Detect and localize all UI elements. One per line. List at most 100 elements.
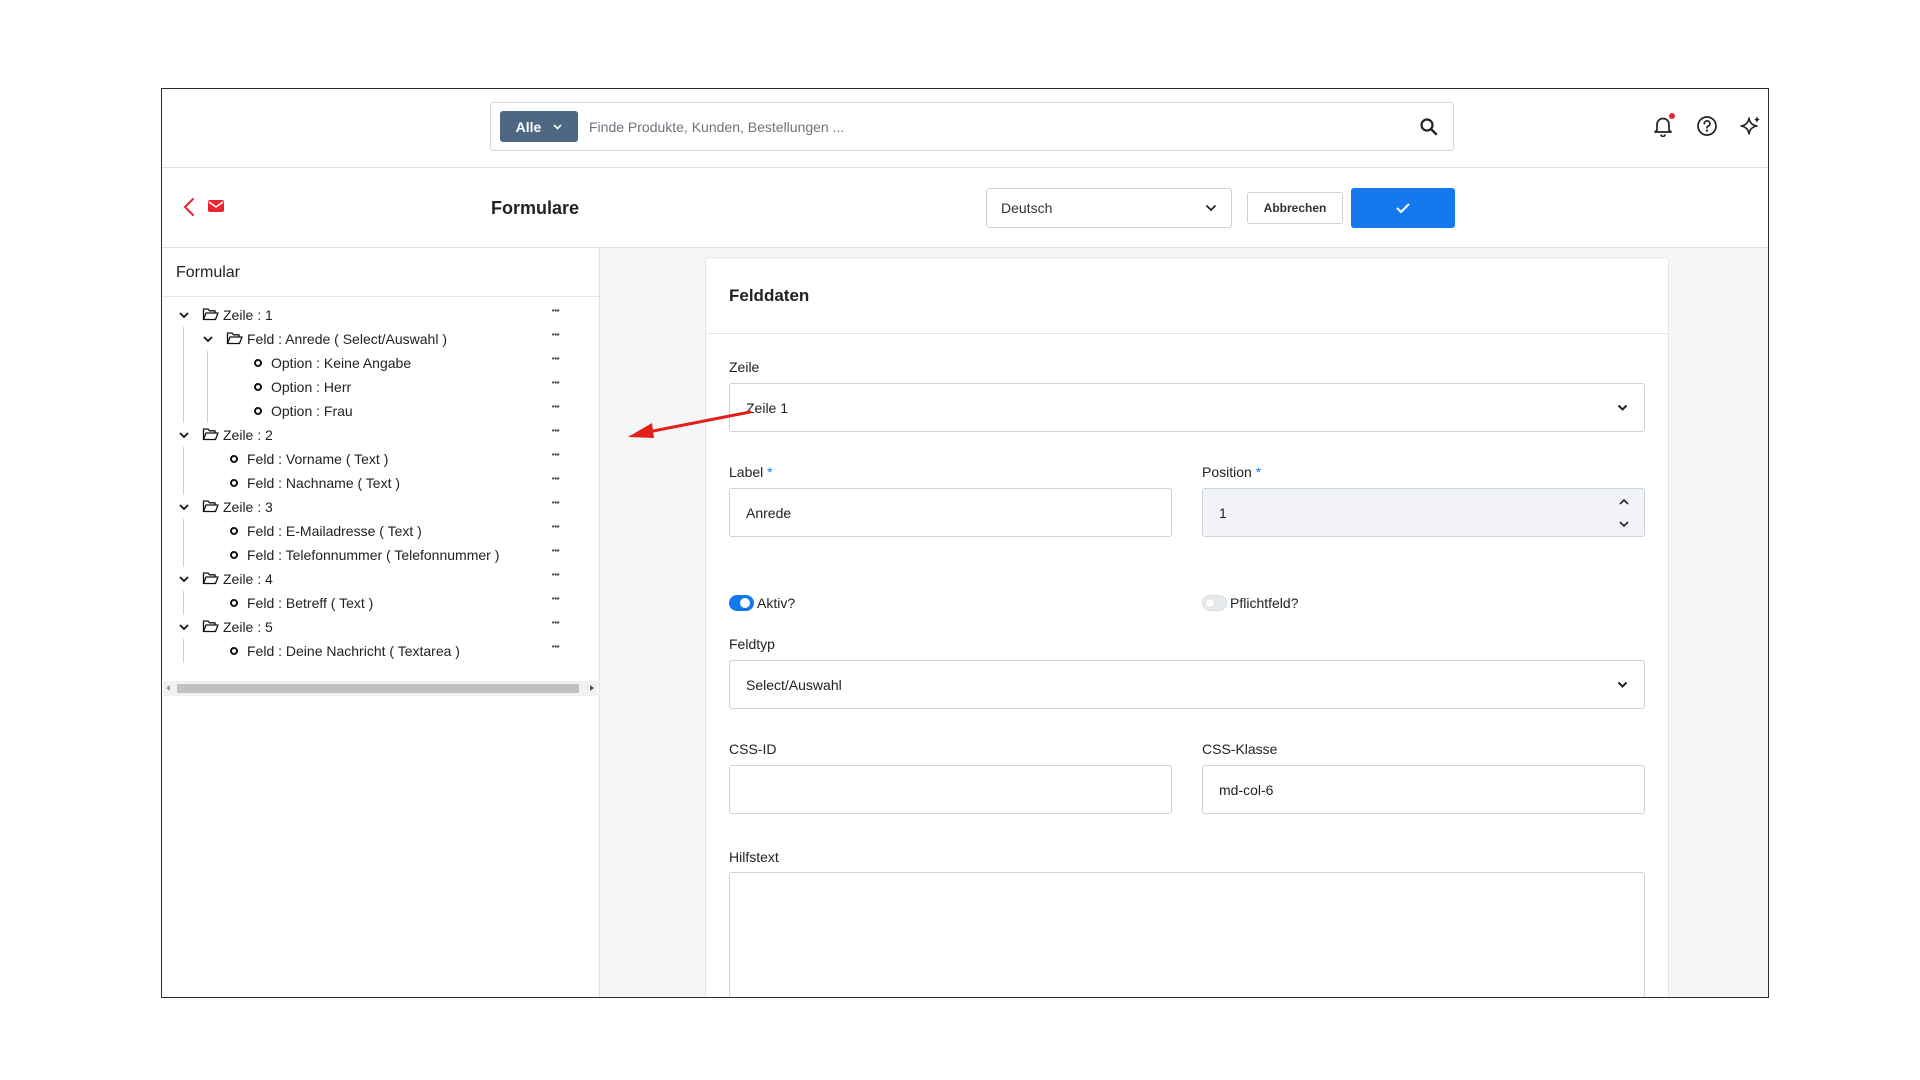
bullet-circle-icon [230, 647, 238, 655]
bullet-circle-icon [254, 359, 262, 367]
fieldtype-select[interactable]: Select/Auswahl [729, 660, 1645, 709]
notifications-button[interactable] [1650, 113, 1676, 139]
chevron-down-icon[interactable] [178, 573, 190, 585]
stepper-arrows-icon[interactable] [1618, 497, 1630, 529]
more-options-icon[interactable]: ••• [552, 303, 570, 321]
tree-row[interactable]: Zeile : 2 ••• [162, 423, 599, 447]
tree-row-label: Feld : Deine Nachricht ( Textarea ) [247, 643, 460, 659]
field-data-card: Felddaten Zeile Zeile 1 Label * Anrede P… [705, 257, 1669, 997]
global-search: Alle [490, 102, 1454, 151]
language-select-value: Deutsch [1001, 200, 1053, 216]
tree-row[interactable]: Zeile : 4 ••• [162, 567, 599, 591]
more-options-icon[interactable]: ••• [552, 471, 570, 489]
more-options-icon[interactable]: ••• [552, 639, 570, 657]
check-icon [1396, 203, 1410, 213]
bullet-circle-icon [254, 407, 262, 415]
position-value: 1 [1219, 504, 1227, 521]
more-options-icon[interactable]: ••• [552, 591, 570, 609]
tree-row[interactable]: Zeile : 1 ••• [162, 303, 599, 327]
tree-row[interactable]: Zeile : 5 ••• [162, 615, 599, 639]
page-header: Formulare Deutsch Abbrechen [162, 168, 1768, 248]
tree-row-label: Feld : Telefonnummer ( Telefonnummer ) [247, 547, 500, 563]
scroll-right-arrow[interactable] [590, 685, 594, 691]
back-arrow-icon[interactable] [180, 196, 200, 218]
help-icon [1697, 116, 1717, 136]
cancel-button[interactable]: Abbrechen [1247, 192, 1343, 224]
css-class-label: CSS-Klasse [1202, 741, 1278, 757]
search-icon[interactable] [1419, 117, 1439, 137]
ai-assistant-button[interactable] [1738, 113, 1764, 139]
save-button[interactable] [1351, 188, 1455, 228]
folder-open-icon [202, 500, 219, 513]
tree-row[interactable]: Feld : Telefonnummer ( Telefonnummer ) ••… [162, 543, 599, 567]
helptext-textarea[interactable] [729, 872, 1645, 997]
tree-guide-line [207, 351, 208, 423]
more-options-icon[interactable]: ••• [552, 567, 570, 585]
help-button[interactable] [1694, 113, 1720, 139]
more-options-icon[interactable]: ••• [552, 615, 570, 633]
more-options-icon[interactable]: ••• [552, 519, 570, 537]
chevron-down-icon[interactable] [178, 501, 190, 513]
tree-row[interactable]: Feld : Anrede ( Select/Auswahl ) ••• [162, 327, 599, 351]
tree-row-label: Zeile : 3 [223, 499, 273, 515]
tree-row[interactable]: Option : Keine Angabe ••• [162, 351, 599, 375]
bullet-circle-icon [230, 455, 238, 463]
mandatory-toggle[interactable] [1202, 595, 1227, 611]
more-options-icon[interactable]: ••• [552, 423, 570, 441]
top-bar: Alle [162, 89, 1768, 168]
chevron-down-icon[interactable] [178, 621, 190, 633]
bullet-circle-icon [230, 527, 238, 535]
more-options-icon[interactable]: ••• [552, 399, 570, 417]
chevron-down-icon [1617, 404, 1628, 411]
tree-row[interactable]: Feld : Vorname ( Text ) ••• [162, 447, 599, 471]
css-id-input[interactable] [729, 765, 1172, 814]
horizontal-scrollbar[interactable] [163, 681, 598, 696]
search-category-dropdown[interactable]: Alle [500, 111, 578, 142]
search-category-label: Alle [515, 118, 542, 135]
scroll-left-arrow[interactable] [166, 685, 170, 691]
tree-row[interactable]: Feld : Nachname ( Text ) ••• [162, 471, 599, 495]
css-class-input[interactable]: md-col-6 [1202, 765, 1645, 814]
field-editor-panel: Felddaten Zeile Zeile 1 Label * Anrede P… [600, 248, 1768, 997]
tree-row-label: Option : Keine Angabe [271, 355, 412, 371]
active-toggle[interactable] [729, 595, 754, 611]
label-input-value: Anrede [746, 504, 792, 521]
required-marker: * [767, 464, 773, 480]
folder-open-icon [202, 308, 219, 321]
more-options-icon[interactable]: ••• [552, 327, 570, 345]
folder-open-icon [202, 572, 219, 585]
more-options-icon[interactable]: ••• [552, 351, 570, 369]
position-stepper[interactable]: 1 [1202, 488, 1645, 537]
row-select[interactable]: Zeile 1 [729, 383, 1645, 432]
search-input[interactable] [589, 113, 1389, 141]
tree-row[interactable]: Feld : Deine Nachricht ( Textarea ) ••• [162, 639, 599, 663]
label-input[interactable]: Anrede [729, 488, 1172, 537]
language-select[interactable]: Deutsch [986, 188, 1232, 228]
tree-row[interactable]: Feld : E-Mailadresse ( Text ) ••• [162, 519, 599, 543]
tree-row[interactable]: Zeile : 3 ••• [162, 495, 599, 519]
chevron-down-icon[interactable] [178, 429, 190, 441]
scrollbar-thumb[interactable] [177, 684, 579, 693]
helptext-label: Hilfstext [729, 849, 779, 865]
tree-row-label: Zeile : 4 [223, 571, 273, 587]
tree-guide-line [183, 519, 184, 567]
more-options-icon[interactable]: ••• [552, 495, 570, 513]
chevron-down-icon[interactable] [202, 333, 214, 345]
more-options-icon[interactable]: ••• [552, 375, 570, 393]
tree-row-label: Zeile : 1 [223, 307, 273, 323]
tree-row[interactable]: Option : Frau ••• [162, 399, 599, 423]
fieldtype-label: Feldtyp [729, 636, 775, 652]
more-options-icon[interactable]: ••• [552, 447, 570, 465]
tree-row[interactable]: Feld : Betreff ( Text ) ••• [162, 591, 599, 615]
row-label: Zeile [729, 359, 760, 375]
mandatory-toggle-label: Pflichtfeld? [1230, 595, 1299, 611]
more-options-icon[interactable]: ••• [552, 543, 570, 561]
form-tree: Zeile : 1 ••• Feld : Anrede ( Select/Auswa… [162, 297, 599, 663]
tree-row-label: Zeile : 5 [223, 619, 273, 635]
tree-row[interactable]: Option : Herr ••• [162, 375, 599, 399]
folder-open-icon [202, 620, 219, 633]
chevron-down-icon[interactable] [178, 309, 190, 321]
app-window: Alle Formulare Deutsch Abb [161, 88, 1769, 998]
sparkle-icon [1740, 116, 1760, 135]
bullet-circle-icon [254, 383, 262, 391]
